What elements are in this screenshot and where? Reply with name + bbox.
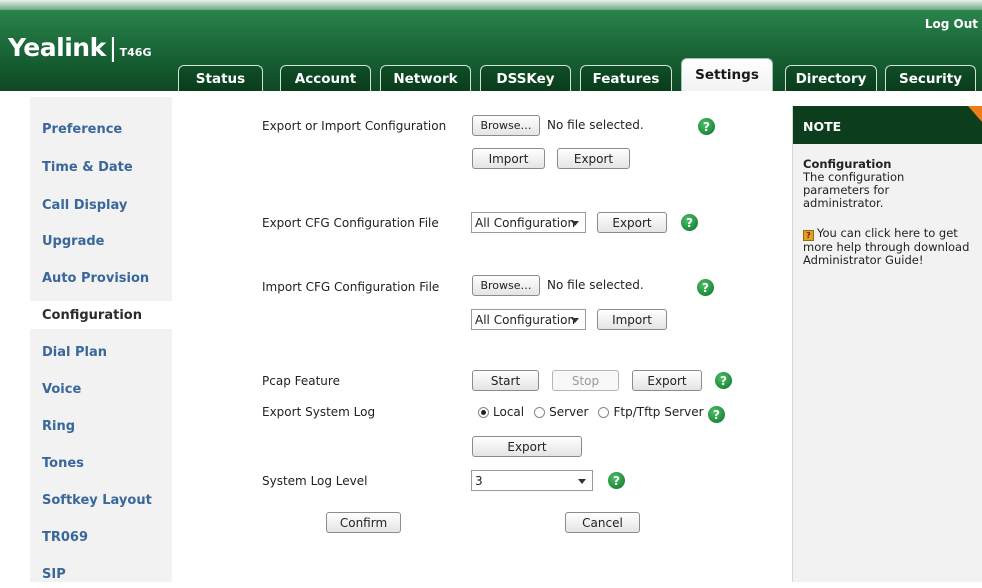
export-cfg-select-value: All Configuration xyxy=(475,215,576,230)
help-icon[interactable]: ? xyxy=(681,214,698,231)
log-level-select[interactable]: 3 xyxy=(471,470,593,491)
import-cfg-select-value: All Configuration xyxy=(475,312,576,327)
sidebar-item-dial-plan[interactable]: Dial Plan xyxy=(30,338,172,366)
tab-features[interactable]: Features xyxy=(580,65,672,91)
log-level-value: 3 xyxy=(475,473,483,488)
export-cfg-select[interactable]: All Configuration xyxy=(471,212,586,233)
import-cfg-button[interactable]: Import xyxy=(597,309,667,330)
log-destination-group: Local Server Ftp/Tftp Server xyxy=(478,405,714,419)
radio-local-label: Local xyxy=(493,405,525,419)
pcap-label: Pcap Feature xyxy=(262,374,340,388)
export-import-label: Export or Import Configuration xyxy=(262,119,447,133)
pcap-export-button[interactable]: Export xyxy=(632,370,702,391)
chevron-down-icon xyxy=(578,479,586,484)
help-icon[interactable]: ? xyxy=(698,118,715,135)
tab-account[interactable]: Account xyxy=(280,65,371,91)
help-icon[interactable]: ? xyxy=(608,472,625,489)
help-icon[interactable]: ? xyxy=(708,406,725,423)
tab-security[interactable]: Security xyxy=(885,65,976,91)
cancel-button[interactable]: Cancel xyxy=(565,512,640,533)
logout-link[interactable]: Log Out xyxy=(925,17,978,31)
note-text: The configuration parameters for adminis… xyxy=(803,170,905,210)
file-status: No file selected. xyxy=(547,118,644,132)
logo-separator: | xyxy=(108,33,117,62)
sidebar-item-tr069[interactable]: TR069 xyxy=(30,523,172,551)
help-icon[interactable]: ? xyxy=(715,372,732,389)
note-panel: NOTE Configuration The configuration par… xyxy=(792,106,982,582)
radio-server[interactable] xyxy=(534,406,546,418)
configuration-form: Export or Import Configuration Browse… N… xyxy=(172,97,778,582)
tab-network[interactable]: Network xyxy=(380,65,471,91)
radio-server-label: Server xyxy=(549,405,589,419)
note-body: Configuration The configuration paramete… xyxy=(793,144,982,267)
export-button[interactable]: Export xyxy=(557,148,630,169)
top-header: Yealink | T46G Log Out Status Account Netw… xyxy=(0,0,982,97)
sidebar-item-softkey-layout[interactable]: Softkey Layout xyxy=(30,486,172,514)
browse-button[interactable]: Browse… xyxy=(472,115,540,136)
brand-name: Yealink xyxy=(8,33,106,62)
sidebar-item-upgrade[interactable]: Upgrade xyxy=(30,227,172,255)
model-name: T46G xyxy=(119,46,152,59)
tab-dsskey[interactable]: DSSKey xyxy=(480,65,571,91)
sidebar-item-time-date[interactable]: Time & Date xyxy=(30,153,172,181)
file-status: No file selected. xyxy=(547,278,644,292)
sidebar-item-sip[interactable]: SIP xyxy=(30,560,172,588)
radio-ftp-tftp[interactable] xyxy=(598,406,610,418)
header-top-band xyxy=(0,0,982,10)
import-cfg-label: Import CFG Configuration File xyxy=(262,280,440,294)
help-icon[interactable]: ? xyxy=(697,279,714,296)
radio-ftp-tftp-label: Ftp/Tftp Server xyxy=(613,405,704,419)
export-cfg-button[interactable]: Export xyxy=(597,212,667,233)
yealink-logo: Yealink | T46G xyxy=(8,33,151,62)
sidebar-item-preference[interactable]: Preference xyxy=(30,115,172,143)
import-button[interactable]: Import xyxy=(472,148,545,169)
radio-local[interactable] xyxy=(478,406,489,418)
confirm-button[interactable]: Confirm xyxy=(326,512,401,533)
note-corner-accent xyxy=(968,106,982,122)
note-title: NOTE xyxy=(803,119,842,134)
chevron-down-icon xyxy=(571,221,579,226)
note-tip[interactable]: ? You can click here to get more help thr… xyxy=(803,227,972,267)
sidebar-item-ring[interactable]: Ring xyxy=(30,412,172,440)
sidebar-item-configuration[interactable]: Configuration xyxy=(30,301,185,329)
note-tip-text[interactable]: You can click here to get more help thro… xyxy=(803,226,969,267)
tab-status[interactable]: Status xyxy=(178,65,263,91)
settings-sidebar: Preference Time & Date Call Display Upgr… xyxy=(30,97,185,582)
sidebar-item-voice[interactable]: Voice xyxy=(30,375,172,403)
tab-directory[interactable]: Directory xyxy=(785,65,877,91)
import-cfg-select[interactable]: All Configuration xyxy=(471,309,586,330)
log-level-label: System Log Level xyxy=(262,474,368,488)
export-cfg-label: Export CFG Configuration File xyxy=(262,216,439,230)
system-log-export-button[interactable]: Export xyxy=(472,436,582,457)
start-button[interactable]: Start xyxy=(472,370,539,391)
stop-button[interactable]: Stop xyxy=(552,370,619,391)
sidebar-item-tones[interactable]: Tones xyxy=(30,449,172,477)
sidebar-item-auto-provision[interactable]: Auto Provision xyxy=(30,264,172,292)
sidebar-item-call-display[interactable]: Call Display xyxy=(30,191,172,219)
browse-button[interactable]: Browse… xyxy=(472,275,540,296)
chevron-down-icon xyxy=(571,318,579,323)
note-header: NOTE xyxy=(793,106,982,144)
system-log-label: Export System Log xyxy=(262,405,376,419)
